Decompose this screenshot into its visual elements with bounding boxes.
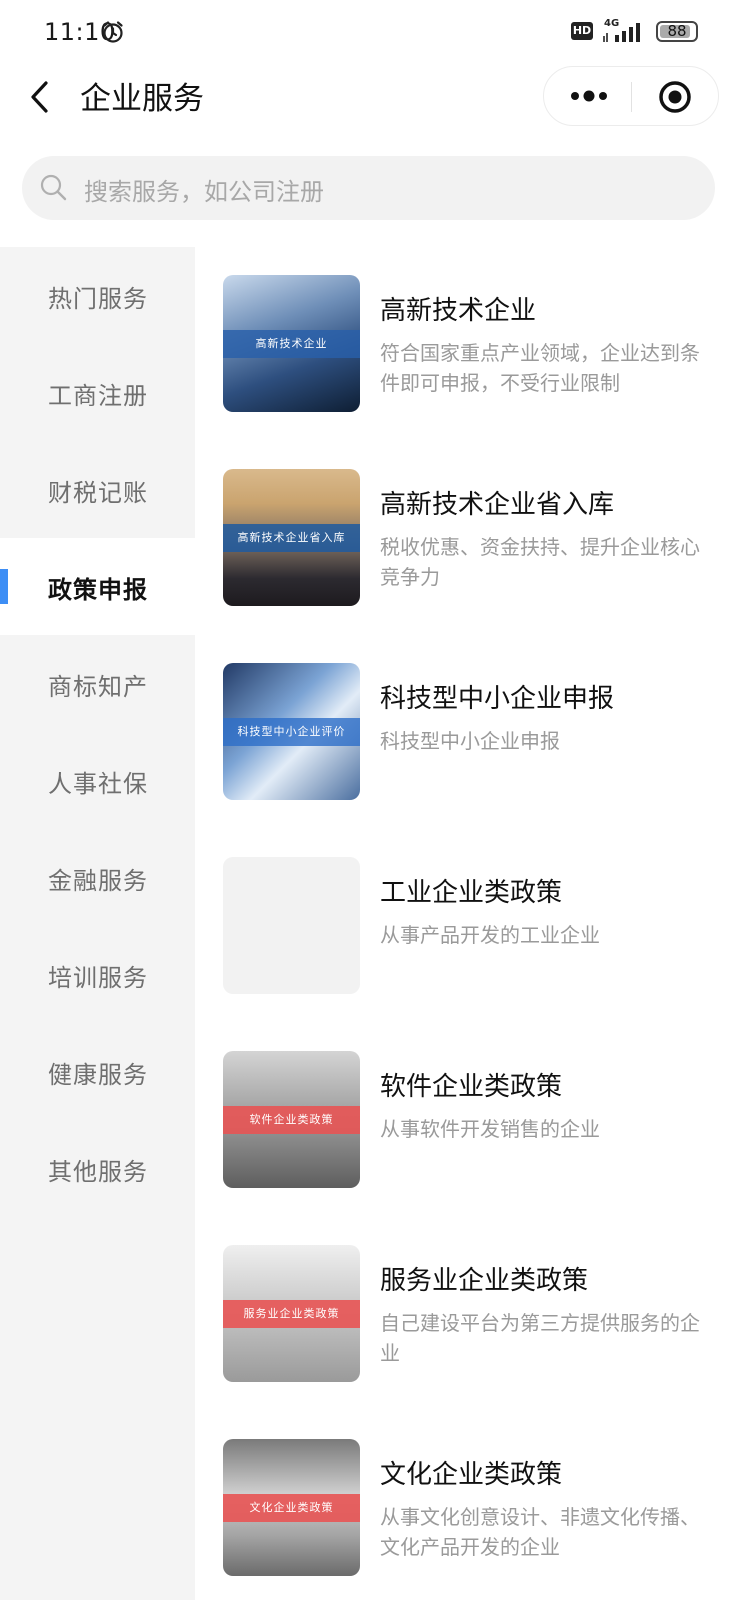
sidebar-item-trademark-ip[interactable]: 商标知产 — [0, 635, 195, 732]
service-thumbnail: 科技型中小企业评价 — [223, 663, 360, 800]
service-thumbnail: 高新技术企业省入库 — [223, 469, 360, 606]
sidebar-item-label: 健康服务 — [48, 1061, 148, 1089]
search-placeholder: 搜索服务，如公司注册 — [84, 178, 324, 206]
back-icon[interactable] — [26, 78, 56, 116]
page-title: 企业服务 — [80, 81, 204, 117]
service-title: 软件企业类政策 — [380, 1072, 563, 1102]
service-list: 高新技术企业 高新技术企业 符合国家重点产业领域，企业达到条件即可申报，不受行业… — [195, 247, 738, 1600]
service-thumbnail-placeholder — [223, 857, 360, 994]
sidebar-item-label: 人事社保 — [48, 770, 148, 798]
service-description: 税收优惠、资金扶持、提升企业核心竞争力 — [380, 535, 700, 589]
alarm-icon — [103, 21, 123, 43]
nav-bar: 企业服务 — [0, 62, 738, 132]
battery-icon: 88 — [656, 21, 698, 42]
search-input[interactable]: 搜索服务，如公司注册 — [22, 156, 715, 220]
service-title: 高新技术企业 — [380, 296, 537, 326]
service-description: 符合国家重点产业领域，企业达到条件即可申报，不受行业限制 — [380, 341, 700, 395]
thumbnail-label: 服务业企业类政策 — [223, 1300, 360, 1328]
service-title: 工业企业类政策 — [380, 878, 563, 908]
service-description: 从事文化创意设计、非遗文化传播、文化产品开发的企业 — [380, 1505, 700, 1559]
sidebar-item-training-services[interactable]: 培训服务 — [0, 926, 195, 1023]
service-title: 服务业企业类政策 — [380, 1266, 589, 1296]
sidebar-item-business-registration[interactable]: 工商注册 — [0, 344, 195, 441]
more-icon[interactable] — [566, 83, 612, 109]
service-title: 科技型中小企业申报 — [380, 684, 615, 714]
sidebar-item-health-services[interactable]: 健康服务 — [0, 1023, 195, 1120]
service-card-software-policy[interactable]: 软件企业类政策 软件企业类政策 从事软件开发销售的企业 — [195, 1023, 738, 1188]
sidebar-item-hot-services[interactable]: 热门服务 — [0, 247, 195, 344]
sidebar-item-policy-application[interactable]: 政策申报 — [0, 538, 195, 635]
thumbnail-label: 高新技术企业省入库 — [223, 524, 360, 552]
service-thumbnail: 文化企业类政策 — [223, 1439, 360, 1576]
sidebar-item-label: 商标知产 — [48, 673, 148, 701]
service-description: 科技型中小企业申报 — [380, 729, 560, 753]
sidebar-item-hr-social-security[interactable]: 人事社保 — [0, 732, 195, 829]
thumbnail-label: 软件企业类政策 — [223, 1106, 360, 1134]
sidebar-item-tax-accounting[interactable]: 财税记账 — [0, 441, 195, 538]
thumbnail-label: 文化企业类政策 — [223, 1494, 360, 1522]
sidebar-item-label: 培训服务 — [48, 964, 148, 992]
signal-icon — [603, 23, 640, 42]
service-card-industrial-policy[interactable]: 工业企业类政策 从事产品开发的工业企业 — [195, 829, 738, 994]
service-thumbnail: 服务业企业类政策 — [223, 1245, 360, 1382]
service-description: 从事软件开发销售的企业 — [380, 1117, 600, 1141]
sidebar-item-label: 金融服务 — [48, 867, 148, 895]
service-card-high-tech-provincial[interactable]: 高新技术企业省入库 高新技术企业省入库 税收优惠、资金扶持、提升企业核心竞争力 — [195, 441, 738, 606]
mini-program-capsule — [543, 66, 719, 126]
sidebar-item-label: 热门服务 — [48, 285, 148, 313]
active-indicator — [0, 569, 8, 604]
service-thumbnail: 高新技术企业 — [223, 275, 360, 412]
search-icon — [40, 174, 67, 201]
service-card-high-tech-enterprise[interactable]: 高新技术企业 高新技术企业 符合国家重点产业领域，企业达到条件即可申报，不受行业… — [195, 247, 738, 412]
capsule-divider — [631, 82, 632, 112]
sidebar-item-other-services[interactable]: 其他服务 — [0, 1120, 195, 1217]
sidebar-item-financial-services[interactable]: 金融服务 — [0, 829, 195, 926]
sidebar-item-label: 工商注册 — [48, 382, 148, 410]
service-thumbnail: 软件企业类政策 — [223, 1051, 360, 1188]
service-card-culture-policy[interactable]: 文化企业类政策 文化企业类政策 从事文化创意设计、非遗文化传播、文化产品开发的企… — [195, 1411, 738, 1576]
thumbnail-label: 科技型中小企业评价 — [223, 718, 360, 746]
sidebar-item-label: 财税记账 — [48, 479, 148, 507]
sidebar-item-label: 政策申报 — [48, 576, 148, 604]
sidebar-item-label: 其他服务 — [48, 1158, 148, 1186]
service-description: 从事产品开发的工业企业 — [380, 923, 600, 947]
service-description: 自己建设平台为第三方提供服务的企业 — [380, 1311, 700, 1365]
thumbnail-label: 高新技术企业 — [223, 330, 360, 358]
hd-icon: HD — [571, 22, 593, 40]
service-card-tech-sme[interactable]: 科技型中小企业评价 科技型中小企业申报 科技型中小企业申报 — [195, 635, 738, 800]
target-icon[interactable] — [658, 80, 692, 114]
service-card-service-industry-policy[interactable]: 服务业企业类政策 服务业企业类政策 自己建设平台为第三方提供服务的企业 — [195, 1217, 738, 1382]
service-title: 文化企业类政策 — [380, 1460, 563, 1490]
status-bar: 11:10 HD 4G 88 — [0, 0, 738, 62]
battery-level-text: 88 — [667, 22, 687, 40]
service-title: 高新技术企业省入库 — [380, 490, 615, 520]
category-sidebar: 热门服务 工商注册 财税记账 政策申报 商标知产 人事社保 金融服务 培训服务 … — [0, 247, 195, 1600]
